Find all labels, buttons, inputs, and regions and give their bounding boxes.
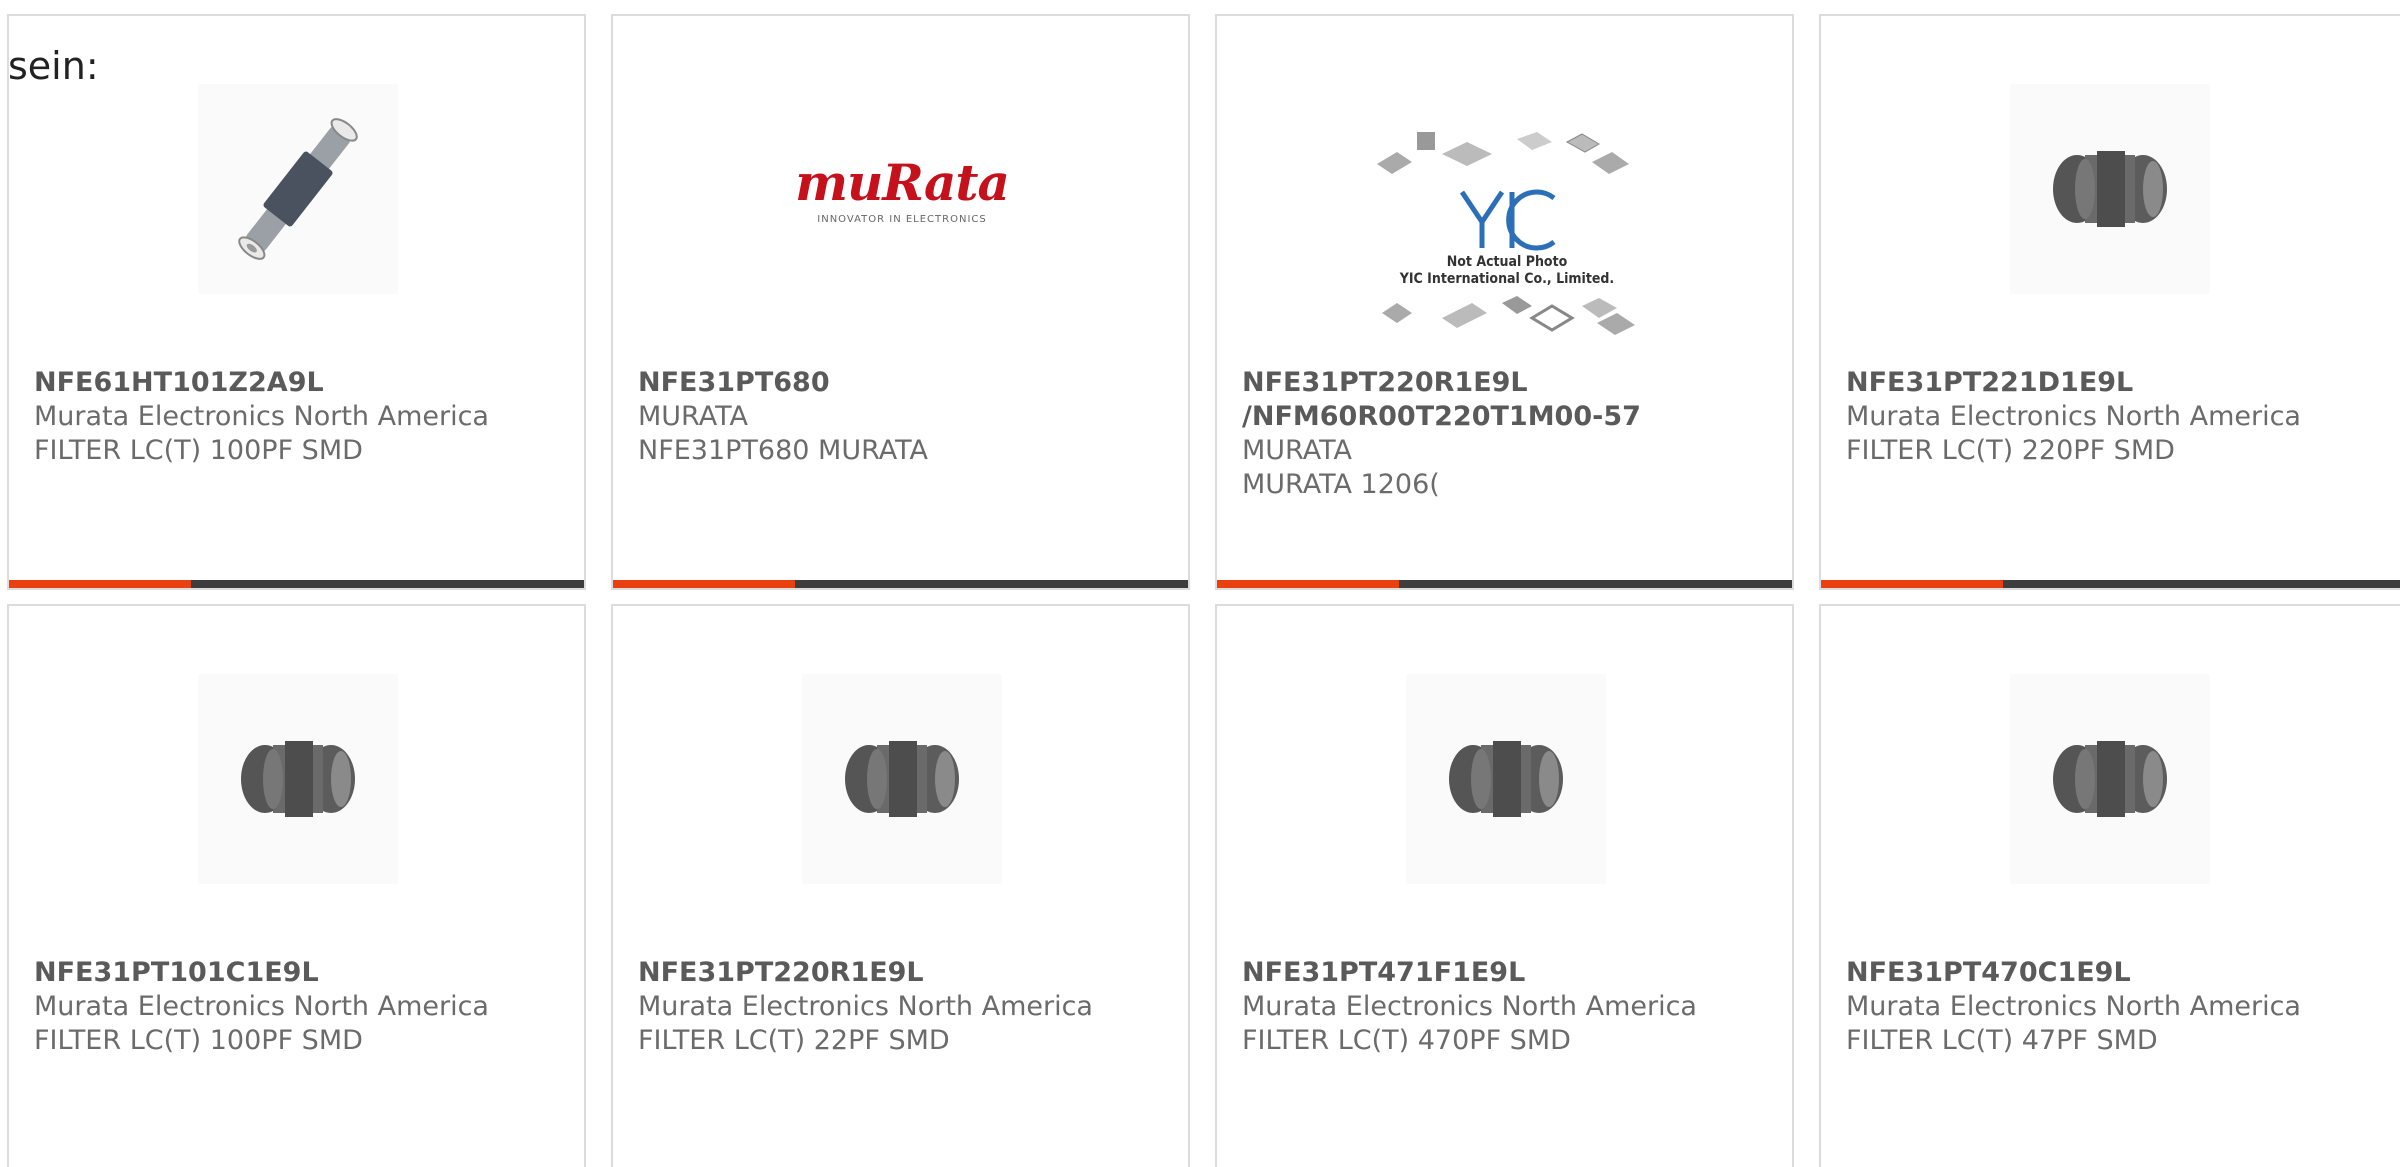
product-info: NFE31PT680 MURATA NFE31PT680 MURATA [638, 366, 1168, 468]
product-card[interactable]: NFE31PT470C1E9L Murata Electronics North… [1819, 604, 2400, 1167]
placeholder-line-2: YIC International Co., Limited. [1399, 271, 1615, 287]
chip-packages-icon [1377, 132, 1629, 174]
manufacturer: Murata Electronics North America [34, 991, 489, 1022]
product-card[interactable]: NFE31PT221D1E9L Murata Electronics North… [1819, 14, 2400, 590]
part-number-link[interactable]: NFE31PT101C1E9L [34, 956, 564, 990]
product-card[interactable]: NFE31PT220R1E9L Murata Electronics North… [611, 604, 1190, 1167]
description: MURATA 1206( [1242, 469, 1440, 500]
chip-packages-icon [1382, 296, 1635, 335]
part-number-link[interactable]: NFE31PT680 [638, 366, 1168, 400]
component-chip-icon [2010, 674, 2210, 884]
product-card[interactable]: muRata INNOVATOR IN ELECTRONICS NFE31PT6… [611, 14, 1190, 590]
manufacturer: MURATA [638, 401, 748, 432]
manufacturer: Murata Electronics North America [1846, 401, 2301, 432]
description: FILTER LC(T) 100PF SMD [34, 435, 363, 466]
placeholder-line-1: Not Actual Photo [1446, 254, 1568, 270]
manufacturer: Murata Electronics North America [1242, 991, 1697, 1022]
card-bottom-bar [1217, 580, 1792, 588]
product-info: NFE31PT220R1E9L Murata Electronics North… [638, 956, 1168, 1058]
manufacturer: MURATA [1242, 435, 1352, 466]
product-info: NFE61HT101Z2A9L Murata Electronics North… [34, 366, 564, 468]
part-number-link[interactable]: NFE31PT470C1E9L [1846, 956, 2380, 990]
description: FILTER LC(T) 220PF SMD [1846, 435, 2175, 466]
product-info: NFE31PT470C1E9L Murata Electronics North… [1846, 956, 2380, 1058]
description: FILTER LC(T) 100PF SMD [34, 1025, 363, 1056]
component-chip-icon [1406, 674, 1606, 884]
card-bottom-bar [1821, 580, 2400, 588]
manufacturer: Murata Electronics North America [1846, 991, 2301, 1022]
intro-text: sein: [8, 44, 99, 88]
part-number-link[interactable]: NFE31PT221D1E9L [1846, 366, 2380, 400]
product-card[interactable]: NFE31PT101C1E9L Murata Electronics North… [7, 604, 586, 1167]
description: FILTER LC(T) 47PF SMD [1846, 1025, 2158, 1056]
card-bottom-bar [9, 580, 584, 588]
component-long-icon [198, 84, 398, 294]
card-accent [9, 580, 191, 588]
yic-logo-icon [1459, 189, 1556, 251]
yic-placeholder-image: Not Actual Photo YIC International Co., … [1367, 96, 1647, 366]
product-info: NFE31PT221D1E9L Murata Electronics North… [1846, 366, 2380, 468]
murata-logo: muRata INNOVATOR IN ELECTRONICS [795, 84, 1010, 294]
card-accent [1821, 580, 2003, 588]
card-accent [1217, 580, 1399, 588]
part-number-link[interactable]: NFE61HT101Z2A9L [34, 366, 564, 400]
component-chip-icon [802, 674, 1002, 884]
product-card[interactable]: Not Actual Photo YIC International Co., … [1215, 14, 1794, 590]
manufacturer: Murata Electronics North America [638, 991, 1093, 1022]
product-info: NFE31PT471F1E9L Murata Electronics North… [1242, 956, 1772, 1058]
description: NFE31PT680 MURATA [638, 435, 928, 466]
card-accent [613, 580, 795, 588]
product-grid-page: sein: NFE61HT101Z2A9L Murata Electronics… [0, 0, 2400, 1167]
manufacturer: Murata Electronics North America [34, 401, 489, 432]
part-number-link[interactable]: NFE31PT471F1E9L [1242, 956, 1772, 990]
product-card[interactable]: NFE31PT471F1E9L Murata Electronics North… [1215, 604, 1794, 1167]
part-number-link[interactable]: NFE31PT220R1E9L /NFM60R00T220T1M00-57 [1242, 366, 1772, 434]
card-bottom-bar [613, 580, 1188, 588]
component-chip-icon [198, 674, 398, 884]
product-card[interactable]: NFE61HT101Z2A9L Murata Electronics North… [7, 14, 586, 590]
component-chip-icon [2010, 84, 2210, 294]
product-info: NFE31PT101C1E9L Murata Electronics North… [34, 956, 564, 1058]
description: FILTER LC(T) 22PF SMD [638, 1025, 950, 1056]
part-number-link[interactable]: NFE31PT220R1E9L [638, 956, 1168, 990]
description: FILTER LC(T) 470PF SMD [1242, 1025, 1571, 1056]
murata-logo-word: muRata [795, 153, 1010, 212]
murata-logo-tagline: INNOVATOR IN ELECTRONICS [817, 214, 987, 225]
product-info: NFE31PT220R1E9L /NFM60R00T220T1M00-57 MU… [1242, 366, 1772, 502]
